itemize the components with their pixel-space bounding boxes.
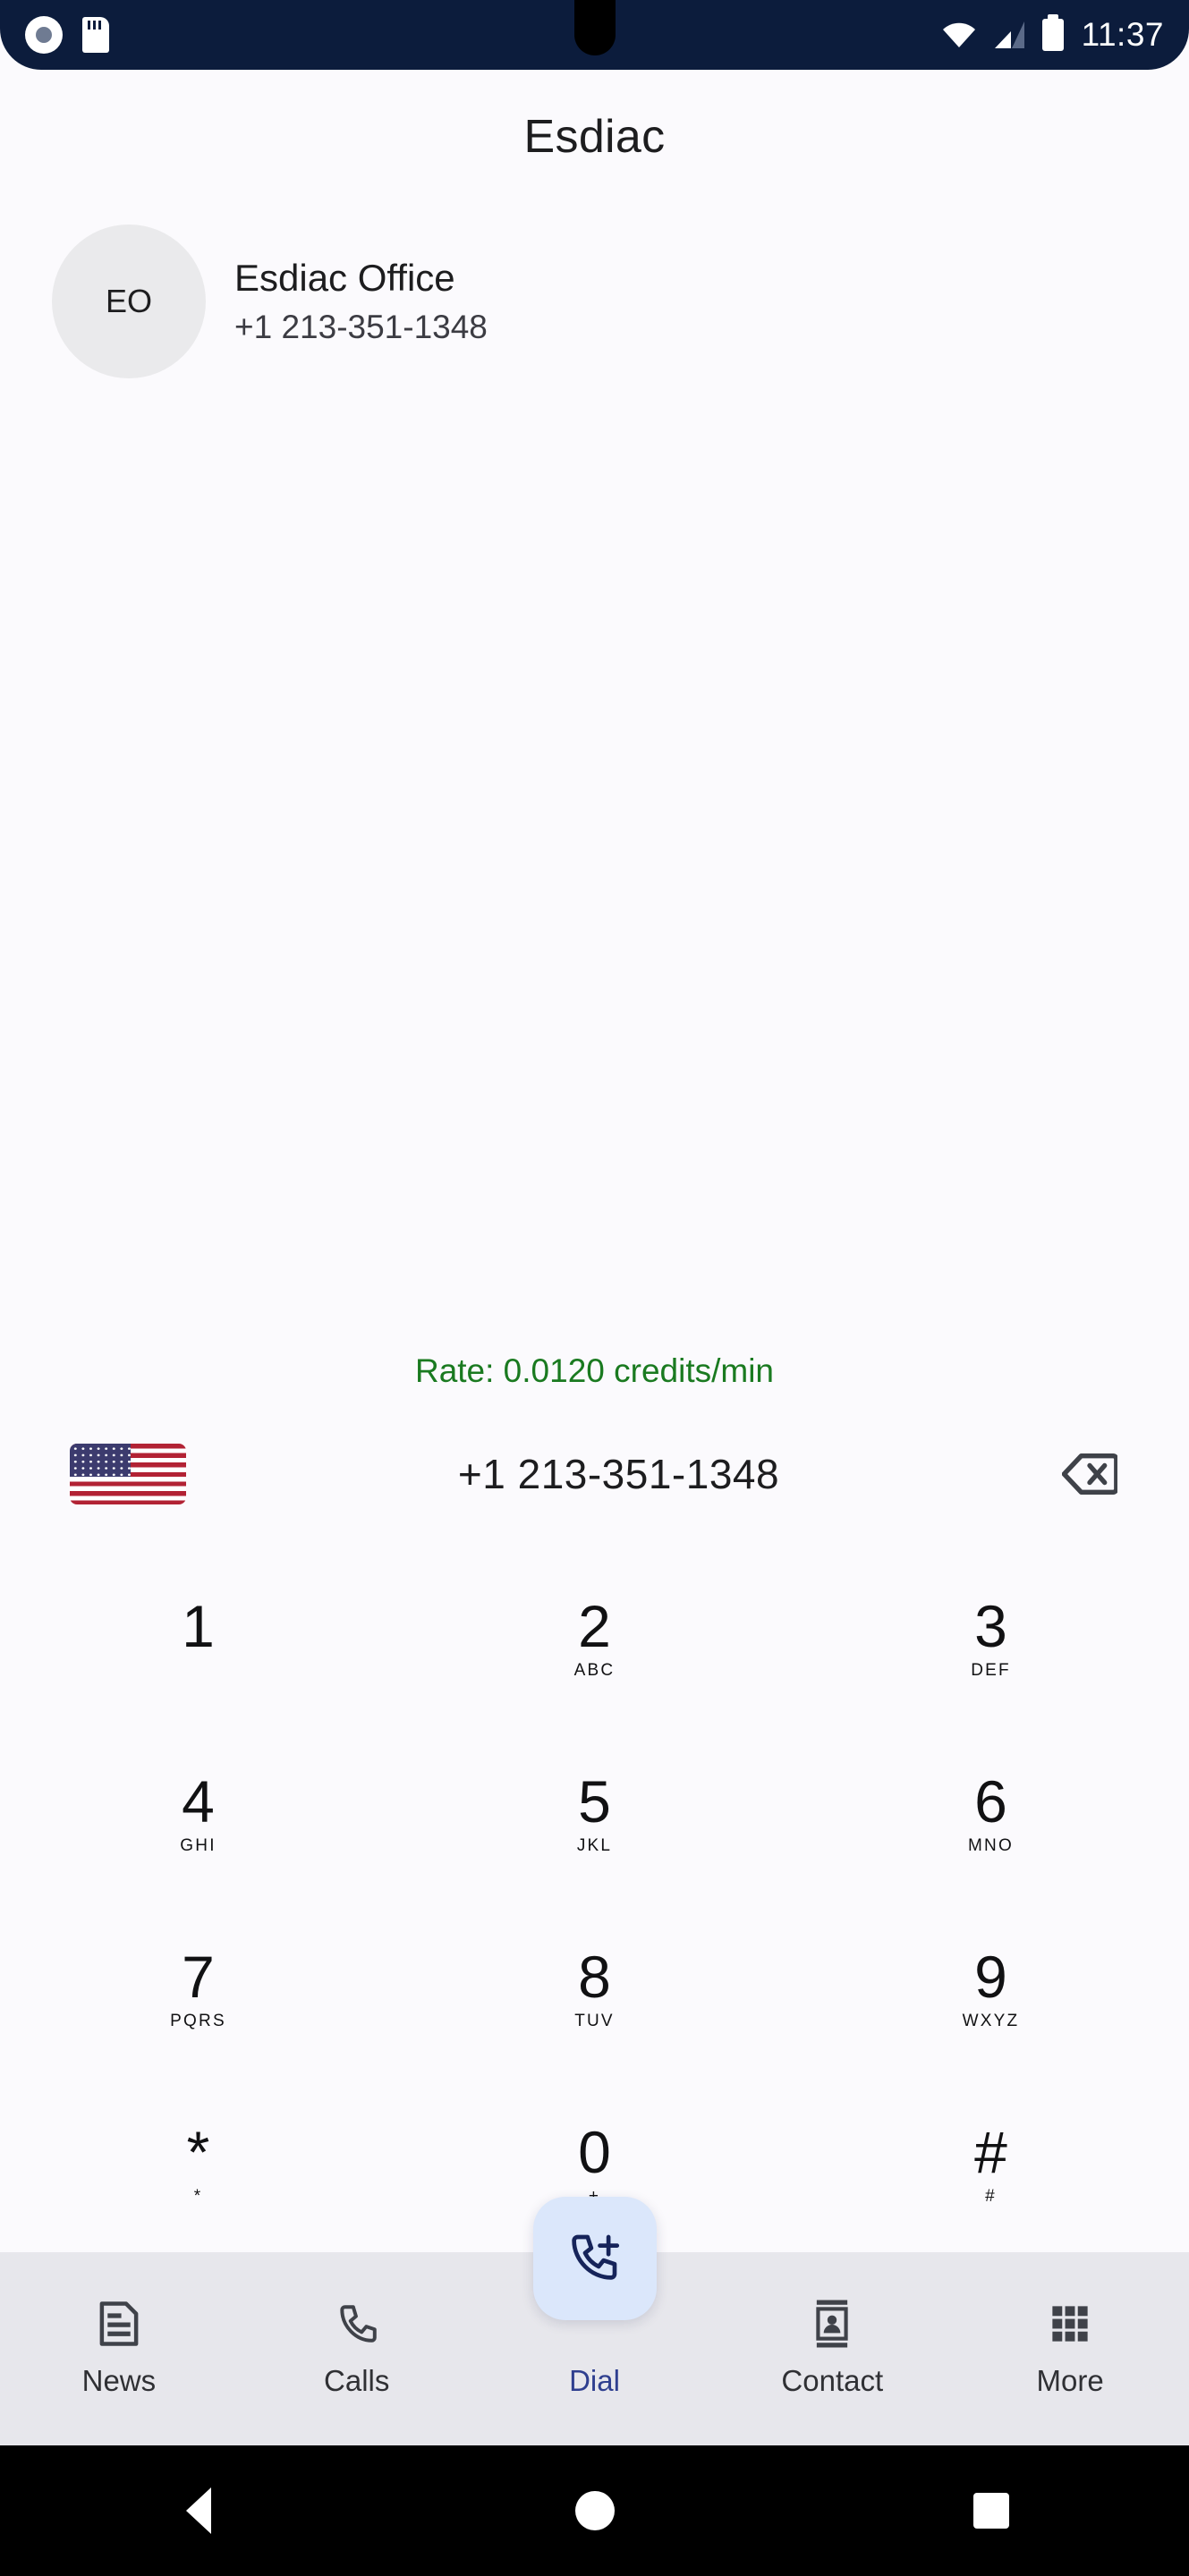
dial-input-row: +1 213-351-1348 xyxy=(0,1431,1189,1517)
nav-label: Dial xyxy=(569,2364,620,2397)
key-digit: 6 xyxy=(974,1768,1007,1835)
key-digit: 2 xyxy=(578,1593,611,1659)
contact-details: Esdiac Office +1 213-351-1348 xyxy=(234,257,488,346)
key-digit: 7 xyxy=(182,1944,215,2010)
key-sublabel: * xyxy=(193,2187,203,2206)
contact-card-icon xyxy=(810,2300,854,2348)
key-digit: 9 xyxy=(974,1944,1007,2010)
key-2[interactable]: 2 ABC xyxy=(396,1551,793,1726)
call-button[interactable] xyxy=(532,2197,657,2320)
key-8[interactable]: 8 TUV xyxy=(396,1902,793,2077)
status-bar-right-icons: 11:37 xyxy=(942,16,1164,54)
key-digit: 3 xyxy=(974,1593,1007,1659)
sdcard-icon xyxy=(82,17,109,53)
key-sublabel: GHI xyxy=(180,1836,217,1855)
status-bar-clock: 11:37 xyxy=(1081,16,1164,53)
key-7[interactable]: 7 PQRS xyxy=(0,1902,396,2077)
key-sublabel: TUV xyxy=(574,2012,615,2030)
camera-icon xyxy=(25,16,63,54)
news-document-icon xyxy=(97,2300,141,2348)
key-sublabel: PQRS xyxy=(170,2012,226,2030)
key-6[interactable]: 6 MNO xyxy=(793,1726,1189,1902)
key-digit: 0 xyxy=(578,2119,611,2185)
dial-number-display[interactable]: +1 213-351-1348 xyxy=(186,1450,1051,1498)
key-hash[interactable]: # # xyxy=(793,2077,1189,2252)
nav-item-contact[interactable]: Contact xyxy=(713,2252,951,2445)
key-sublabel: ABC xyxy=(573,1661,616,1680)
phone-screen: 11:37 Esdiac EO Esdiac Office +1 213-351… xyxy=(0,0,1189,2576)
contact-name: Esdiac Office xyxy=(234,257,455,299)
key-digit: # xyxy=(974,2119,1007,2185)
key-5[interactable]: 5 JKL xyxy=(396,1726,793,1902)
key-digit: 5 xyxy=(578,1768,611,1835)
key-digit: 8 xyxy=(578,1944,611,2010)
avatar: EO xyxy=(52,225,206,378)
signal-icon xyxy=(994,21,1024,48)
key-9[interactable]: 9 WXYZ xyxy=(793,1902,1189,2077)
rate-label: Rate: 0.0120 credits/min xyxy=(414,1352,775,1389)
recents-square-icon[interactable] xyxy=(972,2493,1009,2529)
key-sublabel: DEF xyxy=(971,1661,1011,1680)
key-digit: 4 xyxy=(182,1768,215,1835)
battery-icon xyxy=(1041,19,1064,51)
wifi-icon xyxy=(942,21,976,48)
nav-item-news[interactable]: News xyxy=(0,2252,238,2445)
nav-label: More xyxy=(1036,2364,1104,2397)
grid-apps-icon xyxy=(1049,2300,1091,2348)
key-3[interactable]: 3 DEF xyxy=(793,1551,1189,1726)
contact-number: +1 213-351-1348 xyxy=(234,309,488,345)
key-sublabel: # xyxy=(985,2187,997,2206)
nav-item-more[interactable]: More xyxy=(951,2252,1189,2445)
key-sublabel: MNO xyxy=(968,1836,1014,1855)
nav-label: Calls xyxy=(324,2364,390,2397)
key-digit: * xyxy=(186,2119,210,2185)
key-digit: 1 xyxy=(182,1593,215,1659)
android-system-nav xyxy=(0,2445,1189,2576)
nav-item-calls[interactable]: Calls xyxy=(238,2252,476,2445)
camera-notch xyxy=(573,0,616,55)
key-sublabel: WXYZ xyxy=(962,2012,1020,2030)
page-title: Esdiac xyxy=(523,111,666,163)
backspace-icon[interactable] xyxy=(1051,1436,1128,1513)
nav-label: Contact xyxy=(781,2364,884,2397)
us-flag-icon[interactable] xyxy=(70,1444,186,1504)
contact-header[interactable]: EO Esdiac Office +1 213-351-1348 xyxy=(0,164,1189,378)
dial-keypad: 1 2 ABC 3 DEF 4 GHI 5 JKL 6 MNO 7 PQRS 8 xyxy=(0,1517,1189,2252)
key-1[interactable]: 1 xyxy=(0,1551,396,1726)
key-star[interactable]: * * xyxy=(0,2077,396,2252)
key-4[interactable]: 4 GHI xyxy=(0,1726,396,1902)
home-circle-icon[interactable] xyxy=(574,2491,615,2530)
phone-add-icon xyxy=(565,2227,624,2291)
status-bar-left-icons xyxy=(25,16,109,54)
back-triangle-icon[interactable] xyxy=(185,2487,211,2534)
key-sublabel: JKL xyxy=(576,1836,613,1855)
status-bar: 11:37 xyxy=(0,0,1189,70)
nav-label: News xyxy=(81,2364,157,2397)
phone-icon xyxy=(335,2300,379,2348)
